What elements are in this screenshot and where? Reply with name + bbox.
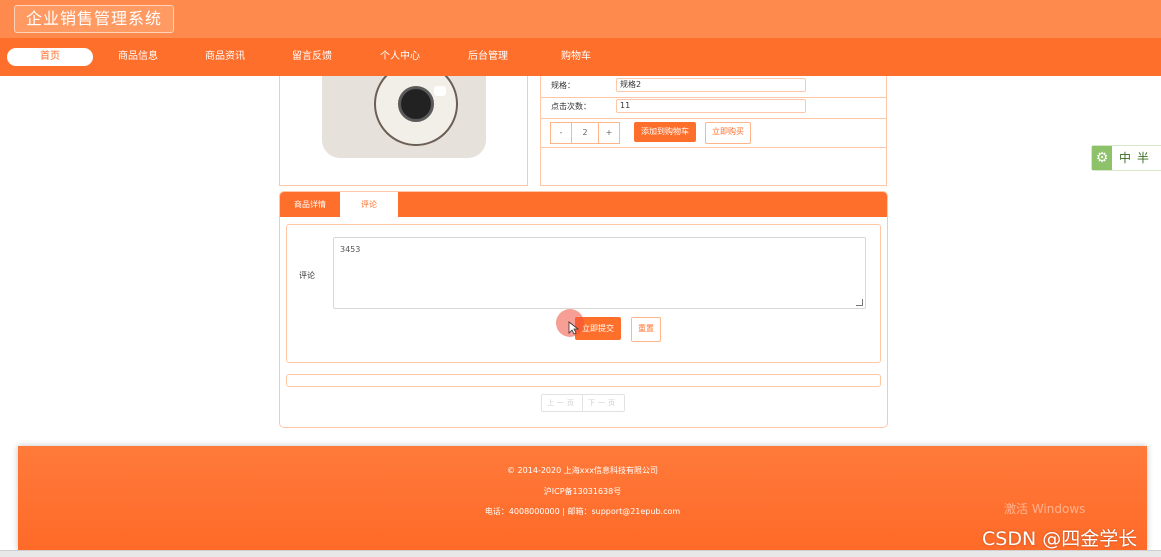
nav-item-cart[interactable]: 购物车 (533, 48, 619, 66)
clicks-label: 点击次数： (551, 102, 591, 111)
spec-field: 规格2 (616, 78, 806, 92)
footer-icp: 沪ICP备13031638号 (543, 487, 622, 496)
product-image-panel (279, 76, 528, 186)
tab-product-details[interactable]: 商品详情 (280, 192, 340, 217)
product-spec-panel: 规格： 规格2 点击次数： 11 - 2 + 添加到购物车 立即购买 (540, 76, 887, 186)
nav-item-feedback[interactable]: 留言反馈 (269, 48, 355, 66)
nav-item-news[interactable]: 商品资讯 (182, 48, 268, 66)
spec-label: 规格： (551, 81, 575, 90)
language-label: 中半 (1119, 151, 1156, 165)
spec-row: 规格： 规格2 (541, 76, 886, 98)
camera-lens (398, 86, 434, 122)
quantity-increment-button[interactable]: + (598, 122, 620, 144)
tab-comments[interactable]: 评论 (340, 192, 398, 217)
quantity-input[interactable]: 2 (571, 122, 599, 144)
mouse-cursor-icon (568, 321, 580, 335)
nav-item-home[interactable]: 首页 (7, 48, 93, 66)
comment-form: 评论 3453 立即提交 重置 (286, 224, 881, 363)
pagination: 上一页 下一页 (541, 394, 625, 412)
quantity-decrement-button[interactable]: - (550, 122, 572, 144)
clicks-row: 点击次数： 11 (541, 97, 886, 119)
prev-page-button[interactable]: 上一页 (542, 395, 583, 411)
camera-flash (434, 86, 446, 96)
footer-contact: 电话：4008000000 | 邮箱：support@21epub.com (484, 507, 681, 516)
comment-text: 3453 (340, 245, 361, 254)
language-widget[interactable]: ⚙ 中半 (1091, 145, 1161, 171)
comment-label: 评论 (299, 271, 315, 280)
reset-button[interactable]: 重置 (631, 317, 661, 342)
tab-bar: 商品详情 评论 (280, 192, 887, 217)
top-header (0, 0, 1161, 38)
product-tabs-panel: 商品详情 评论 评论 3453 立即提交 重置 上一页 下一页 (279, 191, 888, 428)
nav-item-profile[interactable]: 个人中心 (357, 48, 443, 66)
windows-activation-watermark: 激活 Windows (1004, 502, 1086, 516)
csdn-watermark: CSDN @四金学长 (982, 528, 1138, 550)
product-image (322, 76, 486, 158)
resize-handle-icon[interactable] (856, 299, 863, 306)
clicks-field: 11 (616, 99, 806, 113)
comment-textarea[interactable]: 3453 (333, 237, 866, 309)
add-to-cart-button[interactable]: 添加到购物车 (634, 122, 696, 142)
next-page-button[interactable]: 下一页 (583, 395, 623, 411)
nav-item-admin[interactable]: 后台管理 (445, 48, 531, 66)
purchase-row: - 2 + 添加到购物车 立即购买 (541, 118, 886, 148)
main-nav: 首页 商品信息 商品资讯 留言反馈 个人中心 后台管理 购物车 (0, 38, 1161, 76)
footer-copyright: © 2014-2020 上海xxx信息科技有限公司 (507, 466, 658, 475)
buy-now-button[interactable]: 立即购买 (705, 122, 751, 144)
site-title: 企业销售管理系统 (14, 5, 175, 33)
footer: © 2014-2020 上海xxx信息科技有限公司 沪ICP备13031638号… (18, 446, 1147, 550)
comment-list (286, 374, 881, 387)
nav-item-products[interactable]: 商品信息 (95, 48, 181, 66)
gear-icon[interactable]: ⚙ (1092, 146, 1112, 170)
